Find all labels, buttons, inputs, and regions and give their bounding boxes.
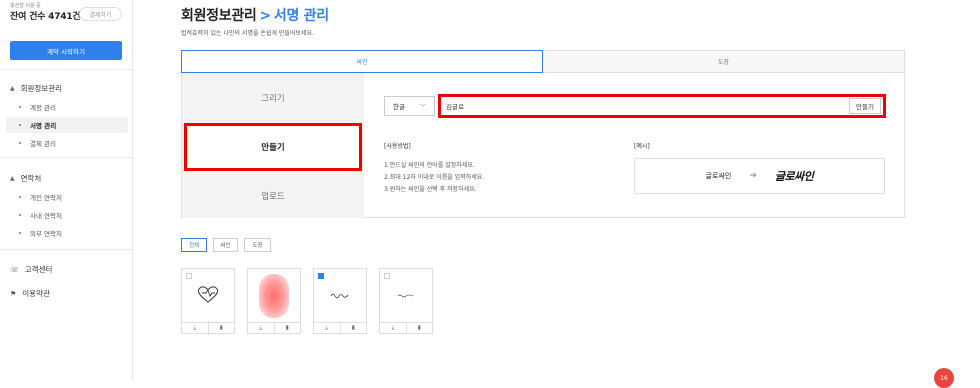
example-signature: 글로싸인	[774, 170, 814, 183]
tab-signature[interactable]: 싸인	[181, 50, 543, 73]
sidebar-item-account[interactable]: 계정 관리	[6, 99, 128, 115]
method-create[interactable]: 만들기	[184, 123, 362, 171]
sidebar-item-label: 서명 관리	[30, 122, 57, 130]
divider	[0, 249, 133, 250]
bullet-icon	[19, 214, 21, 216]
signature-card[interactable]: ⤓ ▮	[313, 268, 367, 334]
filter-signature[interactable]: 싸인	[213, 238, 238, 252]
make-button[interactable]: 만들기	[849, 98, 881, 114]
bullet-icon	[19, 106, 21, 108]
sidebar-item-label: 계정 관리	[30, 104, 56, 112]
howto-step: 1.만드실 싸인의 언어를 설정하세요.	[384, 162, 475, 169]
language-select[interactable]: 한글 ﹀	[384, 96, 435, 116]
filter-stamp[interactable]: 도장	[244, 238, 271, 252]
method-nav: 그리기 만들기 업로드	[182, 73, 364, 218]
sidebar-item-internal-contacts[interactable]: 사내 연락처	[6, 207, 128, 223]
breadcrumb-parent[interactable]: 회원정보관리	[181, 8, 257, 24]
signature-card[interactable]: ⤓ ▮	[379, 268, 433, 334]
sidebar-item-payment[interactable]: 결제 관리	[6, 135, 128, 151]
trash-icon[interactable]: ▮	[207, 323, 235, 333]
notification-badge[interactable]: 16	[934, 368, 954, 388]
divider	[0, 157, 133, 158]
name-input[interactable]	[444, 99, 846, 113]
card-actions: ⤓ ▮	[314, 322, 366, 333]
howto-step: 3.원하는 싸인을 선택 후 저장하세요.	[384, 186, 477, 193]
plan-status: 충전형 이용 중	[10, 3, 41, 9]
signature-card[interactable]: ⤓ ▮	[181, 268, 235, 334]
caret-up-icon: ▲	[10, 85, 15, 92]
card-checkbox[interactable]	[318, 273, 324, 279]
sidebar-item-personal-contacts[interactable]: 개인 연락처	[6, 189, 128, 205]
sidebar-item-label: 개인 연락처	[30, 194, 62, 202]
page-title: 회원정보관리 > 서명 관리	[181, 5, 329, 25]
card-actions: ⤓ ▮	[248, 322, 300, 333]
name-input-group: 만들기	[438, 94, 886, 118]
breadcrumb-current: 서명 관리	[273, 8, 329, 24]
method-draw[interactable]: 그리기	[182, 73, 364, 123]
arrow-right-icon: ➔	[749, 171, 757, 181]
bullet-icon	[19, 232, 21, 234]
phone-icon: ☏	[10, 265, 19, 274]
nav-group-contacts[interactable]: ▲ 연락처	[10, 173, 41, 184]
filter-all[interactable]: 전체	[181, 238, 207, 252]
divider	[0, 69, 133, 70]
blurred-signature-image	[259, 274, 289, 318]
chevron-down-icon: ﹀	[419, 103, 426, 111]
start-contract-button[interactable]: 계약 시작하기	[10, 41, 122, 60]
download-icon[interactable]: ⤓	[248, 323, 274, 333]
nav-group-label: 연락처	[20, 174, 42, 183]
download-icon[interactable]: ⤓	[380, 323, 406, 333]
signature-panel: 그리기 만들기 업로드 한글 ﹀ 만들기 [사용방법] 1.만드실 싸인의 언어…	[181, 73, 905, 218]
tab-stamp[interactable]: 도장	[543, 50, 905, 73]
signature-image	[330, 293, 349, 299]
sidebar-item-label: 사내 연락처	[30, 212, 62, 220]
signature-image	[397, 294, 414, 298]
flag-icon: ⚑	[10, 289, 17, 298]
terms-label: 이용약관	[22, 289, 50, 298]
page-description: 법적효력이 있는 나만의 서명을 손쉽게 만들어보세요.	[181, 30, 314, 37]
signature-card[interactable]: ⤓ ▮	[247, 268, 301, 334]
card-checkbox[interactable]	[186, 273, 192, 279]
example-heading: [예시]	[634, 143, 650, 150]
bullet-icon	[19, 124, 21, 126]
sidebar-item-label: 결제 관리	[30, 140, 56, 148]
trash-icon[interactable]: ▮	[339, 323, 367, 333]
download-icon[interactable]: ⤓	[314, 323, 340, 333]
heart-signature-image	[197, 286, 219, 303]
pay-button[interactable]: 결제하기	[79, 7, 122, 21]
support-label: 고객센터	[24, 265, 53, 274]
howto-heading: [사용방법]	[384, 143, 411, 150]
example-box: 글로싸인 ➔ 글로싸인	[634, 158, 885, 194]
nav-group-label: 회원정보관리	[20, 84, 63, 93]
method-upload[interactable]: 업로드	[182, 171, 364, 221]
howto-step: 2.최대 12자 이내로 이름을 입력하세요.	[384, 174, 485, 181]
language-value: 한글	[393, 103, 405, 111]
bullet-icon	[19, 196, 21, 198]
sidebar-item-label: 외부 연락처	[30, 230, 62, 238]
example-input-text: 글로싸인	[705, 172, 732, 180]
sidebar-item-external-contacts[interactable]: 외부 연락처	[6, 225, 128, 241]
breadcrumb-separator: >	[259, 8, 271, 24]
terms-link[interactable]: ⚑ 이용약관	[10, 288, 50, 299]
sidebar-item-signature[interactable]: 서명 관리	[6, 117, 128, 133]
card-checkbox[interactable]	[384, 273, 390, 279]
sidebar: 충전형 이용 중 잔여 건수 4741건 결제하기 계약 시작하기 ▲ 회원정보…	[0, 0, 133, 380]
remaining-balance: 잔여 건수 4741건	[10, 12, 81, 22]
trash-icon[interactable]: ▮	[273, 323, 301, 333]
caret-up-icon: ▲	[10, 175, 15, 182]
bullet-icon	[19, 142, 21, 144]
trash-icon[interactable]: ▮	[405, 323, 433, 333]
download-icon[interactable]: ⤓	[182, 323, 208, 333]
card-actions: ⤓ ▮	[380, 322, 432, 333]
card-actions: ⤓ ▮	[182, 322, 234, 333]
nav-group-member-info[interactable]: ▲ 회원정보관리	[10, 83, 62, 94]
support-link[interactable]: ☏ 고객센터	[10, 264, 52, 275]
